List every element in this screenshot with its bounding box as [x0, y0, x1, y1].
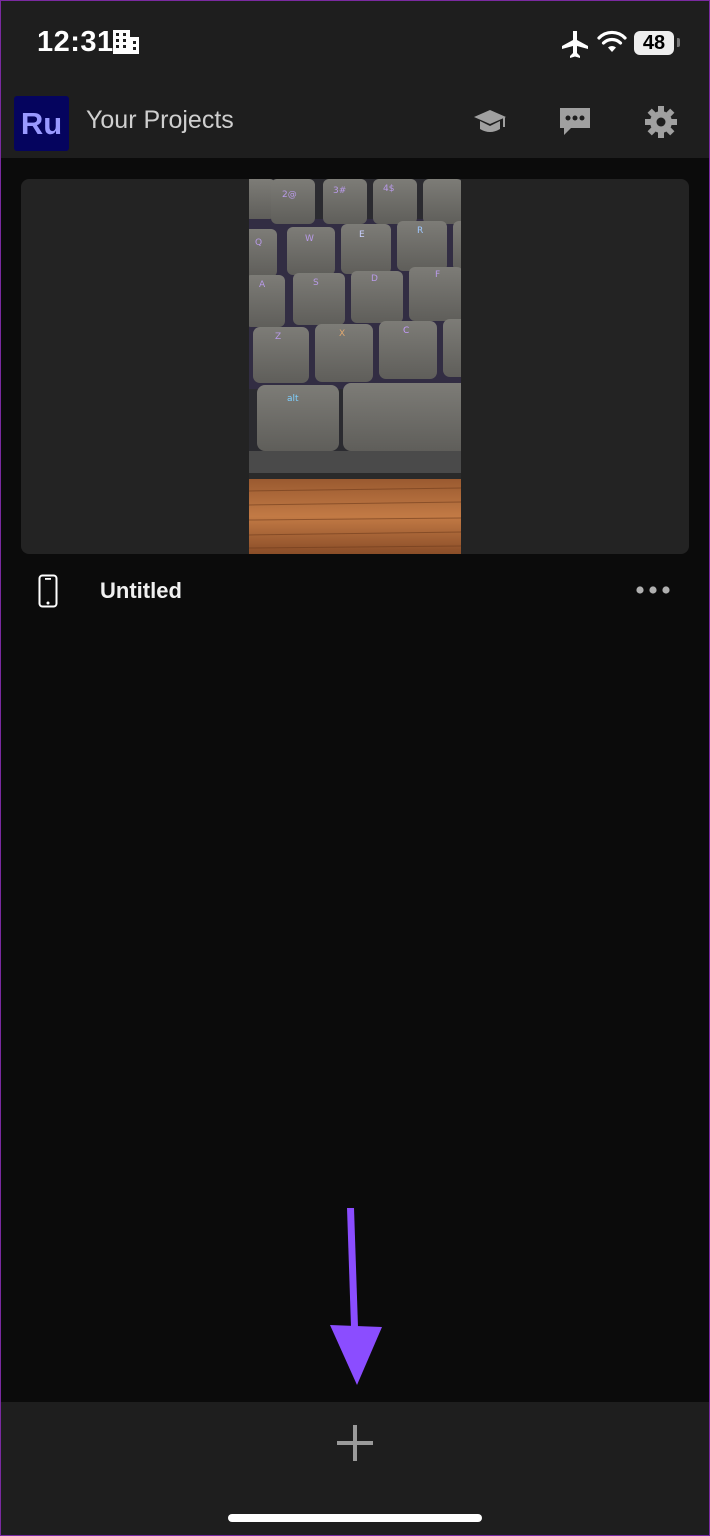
svg-text:X: X — [339, 329, 345, 339]
wifi-icon — [597, 30, 627, 52]
project-list-item[interactable]: Untitled — [0, 560, 710, 620]
feedback-icon[interactable] — [557, 104, 593, 140]
svg-text:Z: Z — [275, 332, 281, 342]
status-bar: 12:31 48 — [0, 0, 710, 88]
svg-text:3#: 3# — [333, 186, 346, 196]
svg-text:S: S — [313, 278, 319, 288]
home-indicator[interactable] — [228, 1514, 482, 1522]
svg-text:W: W — [305, 234, 314, 244]
svg-text:R: R — [417, 226, 423, 236]
svg-text:F: F — [435, 270, 440, 280]
airplane-icon — [562, 31, 588, 58]
svg-text:D: D — [371, 274, 378, 284]
phone-icon — [38, 574, 58, 608]
app-logo: Ru — [14, 96, 69, 151]
svg-text:2@: 2@ — [282, 190, 297, 200]
battery-tip — [677, 38, 680, 47]
svg-text:E: E — [359, 230, 365, 240]
building-icon — [113, 30, 139, 54]
svg-text:4$: 4$ — [383, 184, 394, 194]
gear-icon[interactable] — [643, 104, 679, 140]
bottom-bar — [0, 1402, 710, 1536]
more-icon[interactable] — [634, 582, 672, 598]
svg-text:A: A — [259, 280, 266, 290]
page-title: Your Projects — [86, 106, 234, 134]
annotation-arrow — [330, 1208, 382, 1385]
status-time: 12:31 — [37, 26, 114, 58]
project-thumbnail: 2@ 3# 4$ Q W E R A S D F Z X C alt — [249, 179, 461, 554]
svg-text:alt: alt — [287, 394, 299, 404]
app-header: Ru Your Projects — [0, 88, 710, 158]
project-name: Untitled — [100, 578, 182, 603]
svg-text:Q: Q — [255, 238, 262, 248]
svg-text:C: C — [403, 326, 409, 336]
add-project-button[interactable] — [324, 1412, 386, 1474]
battery-icon: 48 — [634, 31, 674, 55]
plus-icon — [337, 1425, 373, 1461]
project-card[interactable]: 2@ 3# 4$ Q W E R A S D F Z X C alt — [21, 179, 689, 554]
graduation-cap-icon[interactable] — [472, 104, 508, 140]
